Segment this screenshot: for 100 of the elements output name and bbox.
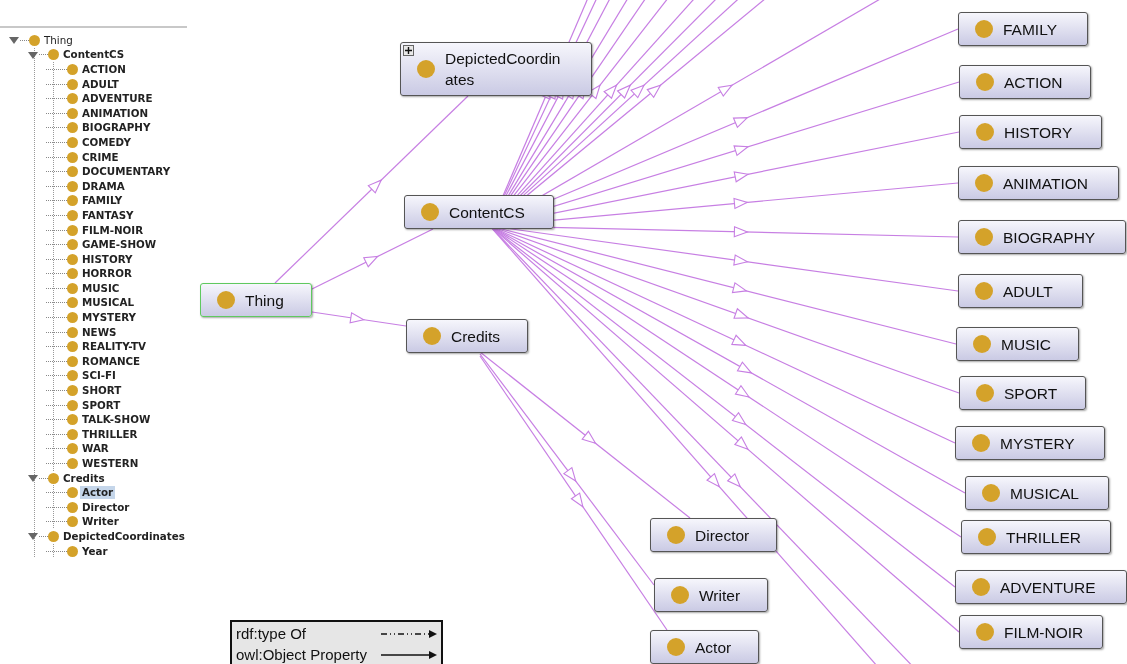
class-node[interactable]: Writer	[654, 578, 768, 612]
class-dot-icon	[67, 78, 78, 90]
tree-item[interactable]: CRIME	[80, 150, 121, 164]
solid-arrow-icon	[381, 650, 437, 659]
tree-item[interactable]: Writer	[80, 515, 121, 529]
class-dot-icon	[67, 545, 78, 557]
node-label: MUSIC	[1001, 334, 1051, 355]
class-dot-icon	[978, 528, 996, 546]
tree-item[interactable]: MUSICAL	[80, 296, 136, 310]
tree-item[interactable]: ANIMATION	[80, 106, 151, 120]
node-label: HISTORY	[1004, 122, 1073, 143]
class-node[interactable]: Credits	[406, 319, 528, 353]
tree-item[interactable]: FANTASY	[80, 208, 136, 222]
class-node[interactable]: ACTION	[959, 65, 1091, 99]
node-label: MUSICAL	[1010, 483, 1079, 504]
tree-item[interactable]: ContentCS	[61, 48, 127, 62]
class-node[interactable]: ANIMATION	[958, 166, 1119, 200]
class-dot-icon	[67, 107, 78, 119]
collapse-triangle-icon[interactable]	[27, 473, 39, 484]
tree-item[interactable]: WESTERN	[80, 457, 141, 470]
class-dot-icon	[423, 327, 441, 345]
tree-item[interactable]: Year	[80, 544, 110, 558]
node-label: FILM-NOIR	[1004, 622, 1084, 643]
class-node[interactable]: ContentCS	[404, 195, 554, 229]
expand-plus-icon[interactable]	[403, 45, 414, 56]
class-node[interactable]: MUSICAL	[965, 476, 1109, 510]
class-dot-icon	[67, 399, 78, 411]
class-node[interactable]: ADULT	[958, 274, 1083, 308]
class-dot-icon	[67, 326, 78, 338]
node-label: ADVENTURE	[1000, 577, 1096, 598]
node-label: Thing	[245, 290, 284, 311]
class-dot-icon	[67, 151, 78, 163]
tree-item[interactable]: Director	[80, 500, 132, 514]
class-node[interactable]: HISTORY	[959, 115, 1102, 149]
tree-item[interactable]: MUSIC	[80, 281, 122, 295]
tree-item[interactable]: BIOGRAPHY	[80, 121, 153, 135]
tree-item[interactable]: WAR	[80, 442, 111, 456]
tree-item[interactable]: Credits	[61, 471, 107, 485]
tree-item[interactable]: SHORT	[80, 384, 124, 398]
class-dot-icon	[48, 49, 59, 61]
tree-item[interactable]: HISTORY	[80, 252, 135, 266]
class-dot-icon	[67, 209, 78, 221]
tree-item[interactable]: THRILLER	[80, 427, 140, 441]
class-dot-icon	[48, 472, 59, 484]
class-node[interactable]: Thing	[200, 283, 312, 317]
class-dot-icon	[67, 501, 78, 513]
tree-item[interactable]: ACTION	[80, 63, 128, 76]
class-dot-icon	[421, 203, 439, 221]
class-dot-icon	[972, 434, 990, 452]
tree-item[interactable]: MYSTERY	[80, 311, 138, 325]
class-dot-icon	[976, 73, 994, 91]
tree-item[interactable]: ADULT	[80, 77, 121, 91]
tree-item[interactable]: REALITY-TV	[80, 340, 149, 354]
tree-item[interactable]: GAME-SHOW	[80, 238, 159, 252]
tree-item[interactable]: ADVENTURE	[80, 92, 155, 106]
node-label: Credits	[451, 326, 501, 347]
class-node[interactable]: Actor	[650, 630, 759, 664]
legend-label: owl:Object Property	[236, 646, 367, 663]
class-dot-icon	[67, 487, 78, 499]
tree-item[interactable]: HORROR	[80, 267, 134, 281]
class-node[interactable]: ADVENTURE	[955, 570, 1127, 604]
tree-item[interactable]: DepictedCoordinates	[61, 530, 187, 543]
tree-item[interactable]: FILM-NOIR	[80, 223, 146, 237]
class-node[interactable]: MYSTERY	[955, 426, 1105, 460]
collapse-triangle-icon[interactable]	[27, 531, 39, 542]
collapse-triangle-icon[interactable]	[27, 49, 39, 60]
class-node[interactable]: Director	[650, 518, 777, 552]
tree-item[interactable]: NEWS	[80, 325, 119, 339]
tree-item[interactable]: ROMANCE	[80, 354, 143, 368]
class-dot-icon	[217, 291, 235, 309]
tree-item[interactable]: Actor	[80, 486, 116, 500]
class-dot-icon	[972, 578, 990, 596]
class-node[interactable]: DepictedCoordinates	[400, 42, 592, 96]
tree-item[interactable]: COMEDY	[80, 135, 133, 149]
class-node[interactable]: MUSIC	[956, 327, 1079, 361]
tree-item[interactable]: TALK-SHOW	[80, 413, 153, 427]
tree-item[interactable]: SCI-FI	[80, 369, 118, 383]
class-dot-icon	[67, 136, 78, 148]
class-dot-icon	[973, 335, 991, 353]
class-node[interactable]: FAMILY	[958, 12, 1088, 46]
collapse-triangle-icon[interactable]	[8, 35, 20, 46]
class-node[interactable]: THRILLER	[961, 520, 1111, 554]
class-dot-icon	[976, 123, 994, 141]
class-dot-icon	[67, 312, 78, 324]
class-dot-icon	[667, 638, 685, 656]
class-dot-icon	[67, 370, 78, 382]
tree-item[interactable]: Thing	[42, 33, 75, 47]
class-node[interactable]: SPORT	[959, 376, 1086, 410]
tree-item[interactable]: DRAMA	[80, 179, 127, 193]
class-node[interactable]: BIOGRAPHY	[958, 220, 1126, 254]
tree-item[interactable]: DOCUMENTARY	[80, 165, 173, 179]
class-dot-icon	[67, 282, 78, 294]
class-dot-icon	[976, 623, 994, 641]
node-label: FAMILY	[1003, 19, 1057, 40]
tree-item[interactable]: FAMILY	[80, 194, 125, 208]
class-dot-icon	[417, 60, 435, 78]
node-label: BIOGRAPHY	[1003, 227, 1096, 248]
class-node[interactable]: FILM-NOIR	[959, 615, 1103, 649]
tree-item[interactable]: SPORT	[80, 398, 123, 412]
class-dot-icon	[67, 516, 78, 528]
